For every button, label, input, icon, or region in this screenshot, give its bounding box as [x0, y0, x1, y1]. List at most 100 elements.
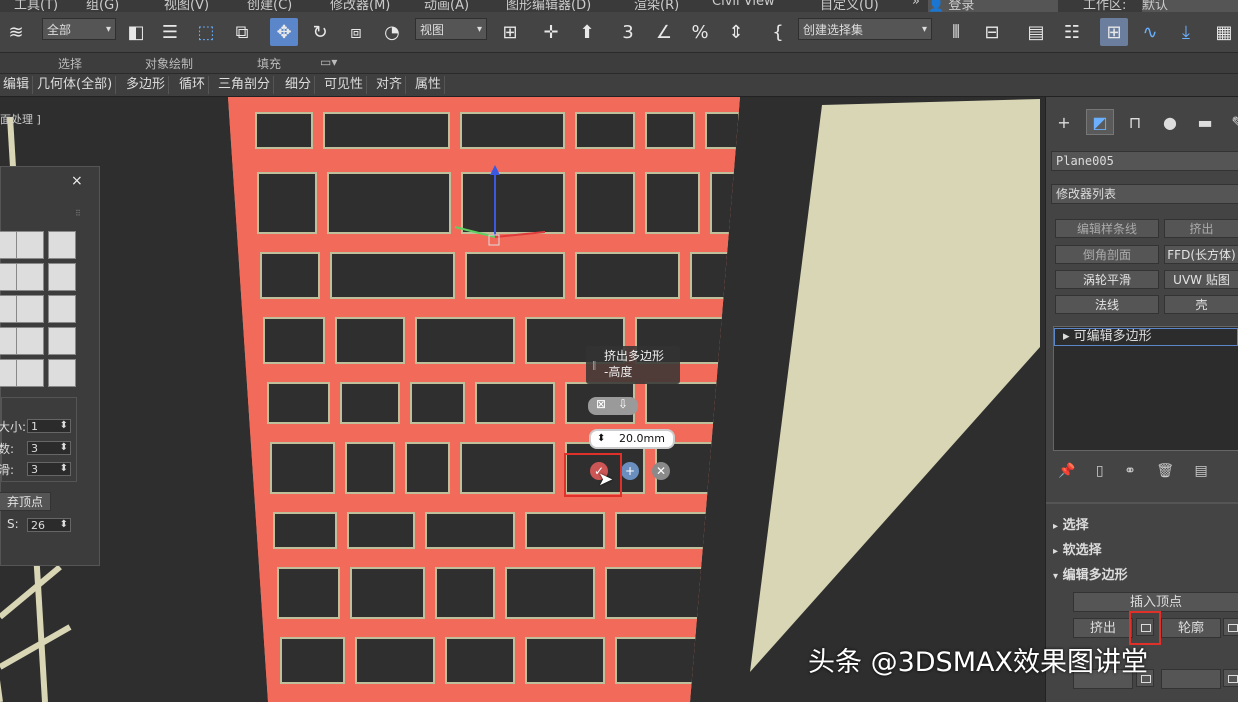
bevel-profile-button[interactable]: 倒角剖面	[1055, 245, 1159, 264]
hierarchy-tab-icon[interactable]: ⊓	[1121, 109, 1149, 135]
outline-button[interactable]: 轮廓	[1161, 618, 1221, 638]
snap-toggle-icon[interactable]: 3	[614, 18, 642, 46]
close-icon[interactable]: ×	[71, 173, 83, 189]
pivot-icon[interactable]: ⊞	[496, 18, 524, 46]
height-input[interactable]: ⬍ 20.0mm	[589, 429, 675, 449]
place-icon[interactable]: ◔	[378, 18, 406, 46]
menu-tools[interactable]: 工具(T)	[14, 0, 58, 12]
schematic-view-icon[interactable]: ⤓	[1172, 18, 1200, 46]
modify-tab-icon[interactable]: ◩	[1086, 109, 1114, 135]
tab-properties[interactable]: 属性	[412, 76, 446, 94]
layers-icon[interactable]: ≋	[2, 18, 30, 46]
menu-create[interactable]: 创建(C)	[247, 0, 292, 12]
tab-visibility[interactable]: 可见性	[321, 76, 368, 94]
pattern-swatch[interactable]	[48, 263, 76, 291]
angle-snap-icon[interactable]: ∠	[650, 18, 678, 46]
pattern-swatch[interactable]	[48, 327, 76, 355]
perspective-viewport[interactable]: 面处理 ] × ⠿ 大小: 1 数: 3 滑: 3 弃顶点 S: 26 ‖ 挤出…	[0, 97, 1045, 702]
s-spinner[interactable]: 26	[27, 518, 71, 532]
tab-triangulate[interactable]: 三角剖分	[215, 76, 275, 94]
pattern-swatch[interactable]	[16, 231, 44, 259]
rollout-edit-polygons[interactable]: ▾ 编辑多边形	[1053, 564, 1128, 583]
pattern-swatch[interactable]	[48, 295, 76, 323]
uvw-map-button[interactable]: UVW 贴图	[1164, 270, 1238, 289]
motion-tab-icon[interactable]: ●	[1156, 109, 1184, 135]
remove-modifier-icon[interactable]: 🗑	[1156, 463, 1174, 479]
pattern-swatch[interactable]	[16, 295, 44, 323]
create-tab-icon[interactable]: +	[1050, 109, 1078, 135]
insert-vertex-button[interactable]: 插入顶点	[1073, 592, 1238, 612]
pattern-swatch[interactable]	[16, 327, 44, 355]
menu-group[interactable]: 组(G)	[86, 0, 119, 12]
cancel-icon[interactable]: ✕	[652, 462, 670, 480]
show-end-result-icon[interactable]: ▯	[1096, 463, 1104, 479]
align-icon[interactable]: ⊟	[978, 18, 1006, 46]
pattern-swatch[interactable]	[48, 359, 76, 387]
ribbon-dropdown-icon[interactable]: ▭▾	[320, 55, 337, 69]
select-object-icon[interactable]: ◧	[122, 18, 150, 46]
rect-selection-icon[interactable]: ⬚	[192, 18, 220, 46]
apply-continue-icon[interactable]: +	[621, 462, 639, 480]
edit-named-sets-icon[interactable]: {	[764, 18, 792, 46]
edit-spline-button[interactable]: 编辑样条线	[1055, 219, 1159, 238]
menu-rendering[interactable]: 渲染(R)	[634, 0, 679, 12]
tab-geometry-all[interactable]: 几何体(全部)	[34, 76, 117, 94]
tab-subdivide[interactable]: 细分	[282, 76, 316, 94]
utilities-tab-icon[interactable]: ✎	[1224, 109, 1238, 135]
move-icon[interactable]: ✥	[270, 18, 298, 46]
turbosmooth-button[interactable]: 涡轮平滑	[1055, 270, 1159, 289]
inset-button[interactable]	[1161, 669, 1221, 689]
expand-icon[interactable]: ▸	[1063, 329, 1070, 344]
signin-button[interactable]: 👤 登录	[928, 0, 1058, 12]
rollout-soft-selection[interactable]: ▸ 软选择	[1053, 539, 1102, 558]
tab-edit[interactable]: 编辑	[0, 76, 34, 94]
spinner-snap-icon[interactable]: ⇕	[722, 18, 750, 46]
pattern-swatch[interactable]	[48, 231, 76, 259]
inset-settings-button[interactable]	[1223, 669, 1238, 687]
select-manipulate-icon[interactable]: ✛	[537, 18, 565, 46]
menu-overflow-icon[interactable]: »	[912, 0, 920, 9]
pattern-swatch[interactable]	[16, 263, 44, 291]
menu-modifiers[interactable]: 修改器(M)	[330, 0, 390, 12]
scale-icon[interactable]: ⧈	[342, 18, 370, 46]
pattern-swatch[interactable]	[16, 359, 44, 387]
named-selection-dropdown[interactable]: 创建选择集	[798, 18, 932, 41]
menu-customize[interactable]: 自定义(U)	[820, 0, 879, 12]
tab-polygon[interactable]: 多边形	[123, 76, 170, 94]
display-tab-icon[interactable]: ▬	[1191, 109, 1219, 135]
layer-explorer-icon[interactable]: ☷	[1058, 18, 1086, 46]
keyboard-shortcut-icon[interactable]: ⬆	[573, 18, 601, 46]
smooth-spinner[interactable]: 3	[27, 462, 71, 476]
menu-graph-editors[interactable]: 图形编辑器(D)	[506, 0, 591, 12]
viewport-label[interactable]: 面处理 ]	[0, 111, 41, 127]
outline-settings-button[interactable]	[1223, 618, 1238, 636]
extrude-button[interactable]: 挤出	[1073, 618, 1133, 638]
rotate-icon[interactable]: ↻	[306, 18, 334, 46]
selection-filter-dropdown[interactable]: 全部	[42, 18, 116, 41]
normal-button[interactable]: 法线	[1055, 295, 1159, 314]
ribbon-toggle-icon[interactable]: ⊞	[1100, 18, 1128, 46]
modifier-list-dropdown[interactable]: 修改器列表	[1051, 184, 1238, 204]
extrude-modifier-button[interactable]: 挤出	[1164, 219, 1238, 238]
workspace-select[interactable]: 默认	[1142, 0, 1238, 12]
mirror-icon[interactable]: ⫴	[942, 18, 970, 46]
count-spinner[interactable]: 3	[27, 441, 71, 455]
size-spinner[interactable]: 1	[27, 419, 71, 433]
scene-explorer-icon[interactable]: ▤	[1022, 18, 1050, 46]
extrude-type-selector[interactable]: ⊠ ⇩	[588, 397, 638, 415]
curve-editor-icon[interactable]: ∿	[1136, 18, 1164, 46]
stack-item[interactable]: ▸ 可编辑多边形	[1054, 328, 1238, 346]
material-editor-icon[interactable]: ▦	[1210, 18, 1238, 46]
discard-vertex-button[interactable]: 弃顶点	[0, 492, 51, 511]
shell-button[interactable]: 壳	[1164, 295, 1238, 314]
make-unique-icon[interactable]: ⚭	[1124, 463, 1136, 479]
tab-loop[interactable]: 循环	[176, 76, 210, 94]
percent-snap-icon[interactable]: %	[686, 18, 714, 46]
rollout-selection[interactable]: ▸ 选择	[1053, 514, 1089, 533]
ffd-box-button[interactable]: FFD(长方体)	[1164, 245, 1238, 264]
configure-modifier-icon[interactable]: ▤	[1194, 463, 1207, 479]
menu-views[interactable]: 视图(V)	[164, 0, 209, 12]
menu-civil-view[interactable]: Civil View	[712, 0, 775, 9]
object-name-field[interactable]: Plane005	[1051, 151, 1238, 171]
ref-coord-dropdown[interactable]: 视图	[415, 18, 487, 41]
